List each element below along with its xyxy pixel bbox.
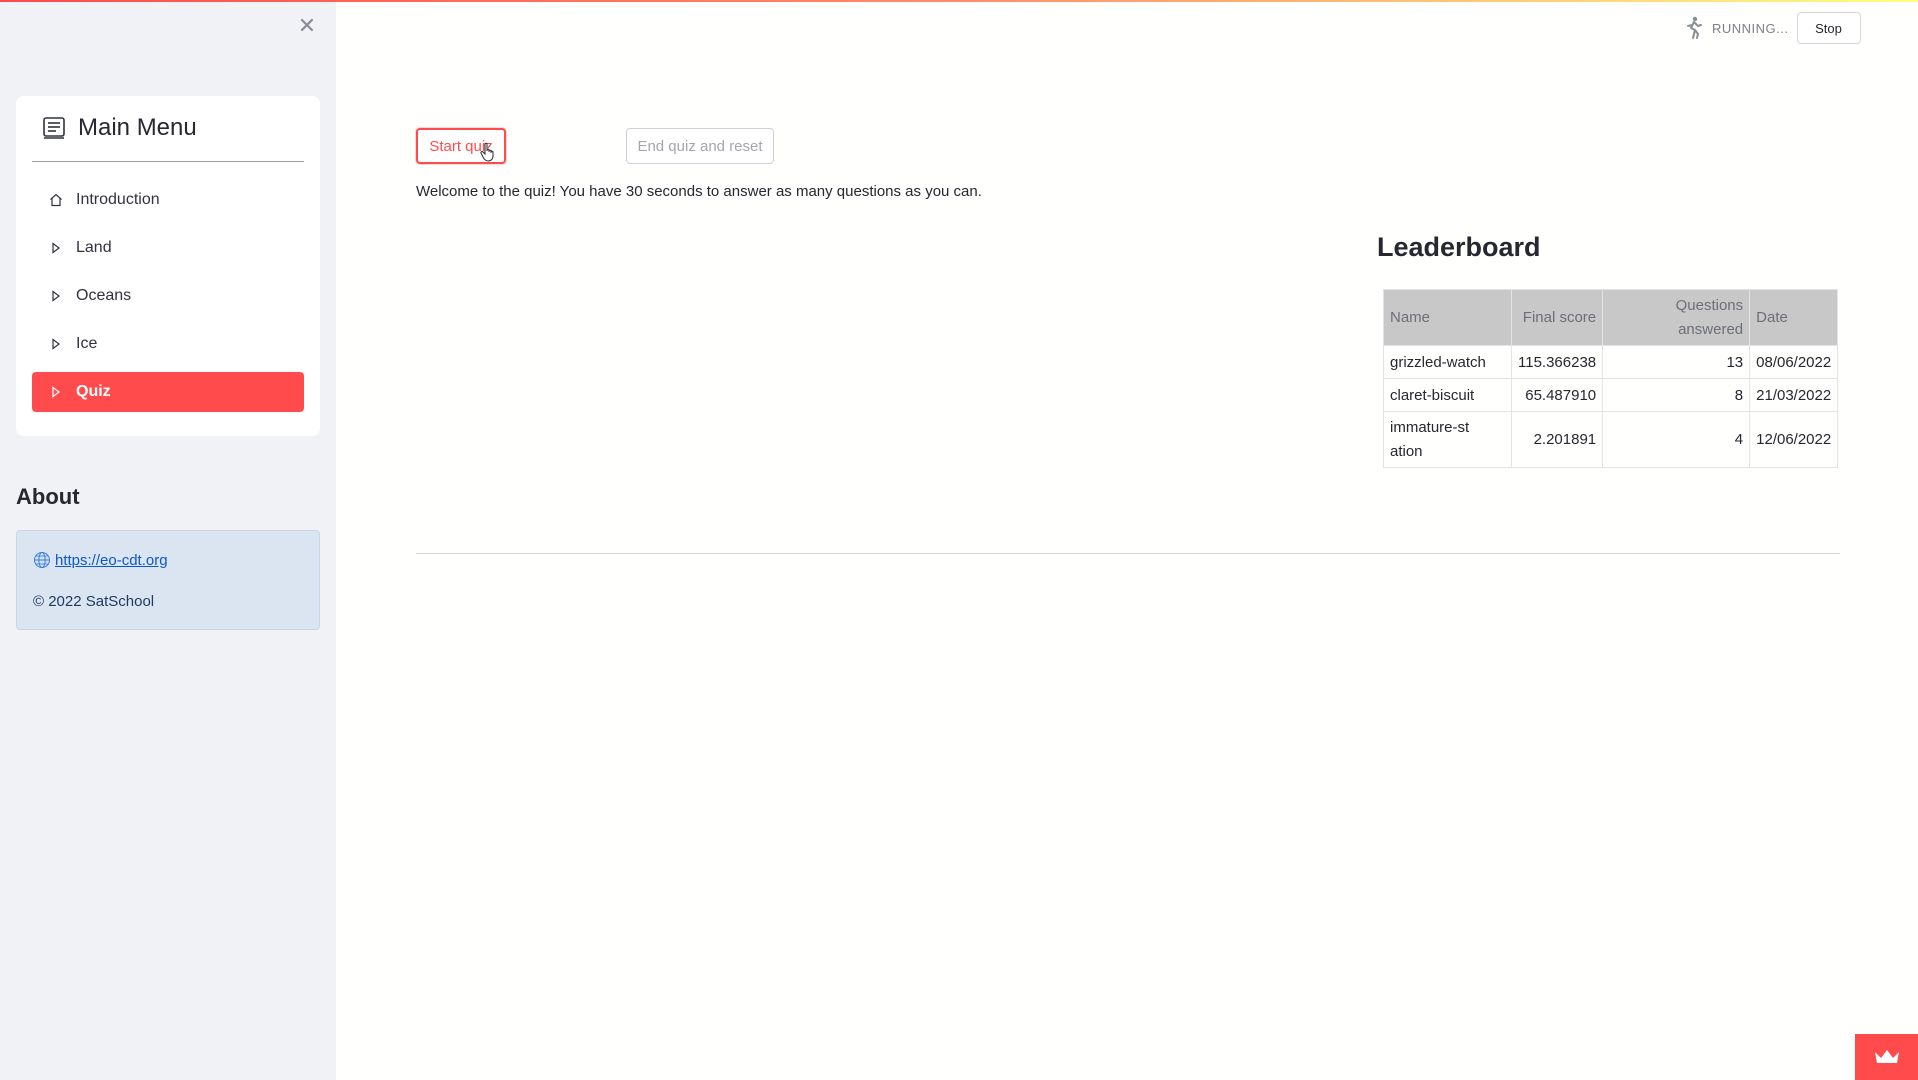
menu-item-land[interactable]: Land xyxy=(32,228,304,268)
main-menu-card: Main Menu Introduction Land Oceans Ice Q… xyxy=(16,96,320,436)
menu-item-label: Ice xyxy=(76,335,98,352)
close-icon: ✕ xyxy=(297,13,317,38)
streamlit-badge[interactable] xyxy=(1855,1034,1918,1080)
column-header-label: Questions answered xyxy=(1675,296,1744,338)
cell-name-text: immature-station xyxy=(1390,418,1470,460)
cell-name: immature-station xyxy=(1383,411,1512,468)
running-person-icon xyxy=(1687,16,1702,39)
globe-icon xyxy=(34,552,50,568)
caret-right-icon xyxy=(48,288,64,304)
leaderboard-title: Leaderboard xyxy=(1377,232,1541,262)
table-row: grizzled-watch 115.366238 13 08/06/2022 xyxy=(1383,345,1839,379)
table-row: immature-station 2.201891 4 12/06/2022 xyxy=(1383,411,1839,468)
cell-date: 08/06/2022 xyxy=(1749,345,1839,379)
menu-item-ice[interactable]: Ice xyxy=(32,324,304,364)
cell-final-score: 2.201891 xyxy=(1510,411,1604,468)
cell-name: grizzled-watch xyxy=(1383,345,1512,379)
menu-title: Main Menu xyxy=(78,114,197,141)
menu-item-label: Introduction xyxy=(76,191,160,208)
leaderboard-table: Name Final score Questions answered Date… xyxy=(1383,289,1839,468)
menu-item-oceans[interactable]: Oceans xyxy=(32,276,304,316)
cell-questions: 13 xyxy=(1602,345,1751,379)
menu-item-introduction[interactable]: Introduction xyxy=(32,180,304,220)
close-sidebar-button[interactable]: ✕ xyxy=(295,14,319,38)
cell-date: 21/03/2022 xyxy=(1749,378,1839,412)
menu-item-label: Land xyxy=(76,239,112,256)
welcome-text: Welcome to the quiz! You have 30 seconds… xyxy=(416,183,982,200)
caret-right-icon xyxy=(48,240,64,256)
caret-right-icon xyxy=(48,336,64,352)
column-header-final-score[interactable]: Final score xyxy=(1510,289,1604,346)
column-header-name[interactable]: Name xyxy=(1383,289,1512,346)
cell-final-score: 115.366238 xyxy=(1510,345,1604,379)
menu-header: Main Menu xyxy=(32,114,304,162)
menu-list: Introduction Land Oceans Ice Quiz xyxy=(32,180,304,420)
crown-icon xyxy=(1874,1050,1899,1063)
cell-final-score: 65.487910 xyxy=(1510,378,1604,412)
menu-item-label: Oceans xyxy=(76,287,132,304)
cell-questions: 4 xyxy=(1602,411,1751,468)
menu-item-quiz[interactable]: Quiz xyxy=(32,372,304,412)
cell-name: claret-biscuit xyxy=(1383,378,1512,412)
cell-date: 12/06/2022 xyxy=(1749,411,1839,468)
about-heading: About xyxy=(16,484,80,509)
about-link-row: https://eo-cdt.org xyxy=(33,551,168,569)
house-icon xyxy=(48,192,64,208)
copyright-text: © 2022 SatSchool xyxy=(33,593,155,610)
column-header-date[interactable]: Date xyxy=(1749,289,1839,346)
sidebar: ✕ Main Menu Introduction Land Oceans Ice… xyxy=(0,0,336,1080)
menu-list-icon xyxy=(43,117,65,139)
column-header-questions-answered[interactable]: Questions answered xyxy=(1602,289,1751,346)
table-header-row: Name Final score Questions answered Date xyxy=(1383,289,1839,346)
status-text: RUNNING... xyxy=(1712,20,1789,36)
cell-questions: 8 xyxy=(1602,378,1751,412)
stop-button[interactable]: Stop xyxy=(1796,12,1861,44)
about-link[interactable]: https://eo-cdt.org xyxy=(55,552,168,569)
top-decoration-bar xyxy=(0,0,1918,2)
about-info-box: https://eo-cdt.org © 2022 SatSchool xyxy=(16,530,320,630)
section-divider xyxy=(416,553,1840,554)
run-status: RUNNING... Stop xyxy=(1684,12,1861,44)
hand-pointer-icon xyxy=(480,142,494,162)
caret-right-icon xyxy=(48,384,64,400)
end-quiz-reset-button[interactable]: End quiz and reset xyxy=(626,128,774,164)
table-row: claret-biscuit 65.487910 8 21/03/2022 xyxy=(1383,378,1839,412)
menu-item-label: Quiz xyxy=(76,383,111,400)
